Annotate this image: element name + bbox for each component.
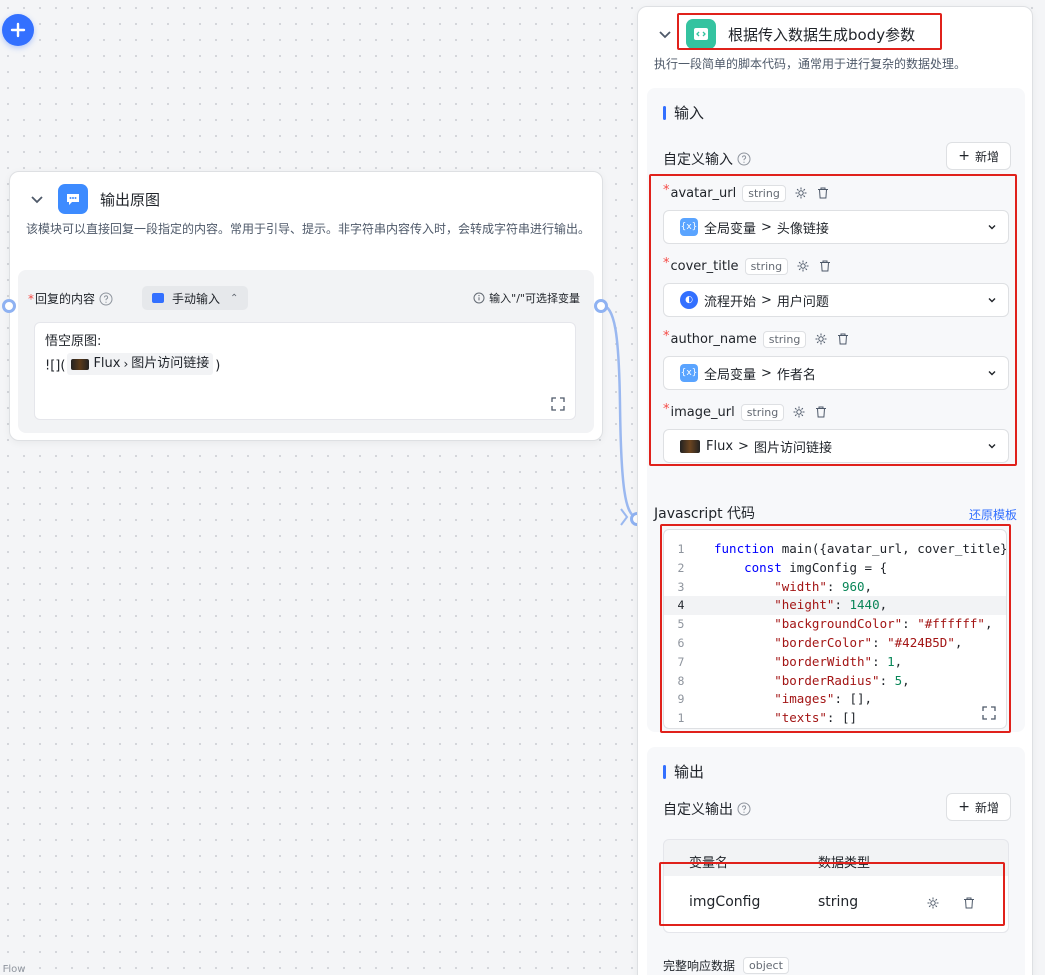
reply-content-editor[interactable]: 悟空原图: ![](Flux › 图片访问链接) <box>34 322 576 420</box>
manual-input-icon <box>152 293 164 303</box>
flux-thumbnail-icon <box>71 358 90 370</box>
output-section: 输出 自定义输出 + 新增 变量名 数据类型 imgConfig string … <box>647 747 1025 975</box>
reply-node-title: 输出原图 <box>100 190 161 209</box>
reply-node[interactable]: 输出原图 该模块可以直接回复一段指定的内容。常用于引导、提示。非字符串内容传入时… <box>9 171 603 441</box>
reply-node-description: 该模块可以直接回复一段指定的内容。常用于引导、提示。非字符串内容传入时，会转成字… <box>26 222 591 236</box>
reply-node-header: 输出原图 <box>30 184 160 214</box>
code-highlight-box <box>660 524 1011 733</box>
reply-node-icon <box>58 184 88 214</box>
reply-content-section: * 回复的内容 手动输入 ⌃ 输入"/"可选择变量 悟空原图: ![](Flux… <box>18 270 594 433</box>
plus-icon: + <box>958 148 970 164</box>
inputs-highlight-box <box>649 174 1017 466</box>
plus-icon <box>10 22 26 38</box>
chevron-down-icon[interactable] <box>658 27 672 41</box>
full-response-type-tag: object <box>743 957 789 974</box>
custom-input-label: 自定义输入 <box>663 149 751 169</box>
plus-icon: + <box>958 799 970 815</box>
restore-template-link[interactable]: 还原模板 <box>969 506 1017 523</box>
info-icon <box>473 292 485 304</box>
help-icon[interactable] <box>737 152 751 166</box>
title-highlight-box <box>677 13 942 50</box>
help-icon[interactable] <box>99 292 113 306</box>
expand-icon[interactable] <box>551 397 565 411</box>
chat-bubble-icon <box>67 194 79 205</box>
add-input-button[interactable]: + 新增 <box>946 142 1011 170</box>
chevron-down-icon[interactable] <box>30 192 44 206</box>
required-mark: * <box>28 291 34 306</box>
full-response-row: 完整响应数据 object <box>663 957 789 974</box>
add-output-button[interactable]: + 新增 <box>946 793 1011 821</box>
reply-content-label: * 回复的内容 <box>28 290 113 307</box>
footer-text: ct Flow <box>0 964 26 975</box>
output-section-title: 输出 <box>663 761 704 782</box>
chevron-right-icon: › <box>123 357 129 371</box>
variable-hint: 输入"/"可选择变量 <box>473 290 580 306</box>
input-mode-select[interactable]: 手动输入 ⌃ <box>142 286 249 310</box>
input-section-title: 输入 <box>663 102 704 123</box>
left-target-handle[interactable] <box>2 299 16 313</box>
left-source-handle[interactable] <box>594 299 608 313</box>
code-node[interactable]: 根据传入数据生成body参数 执行一段简单的脚本代码，通常用于进行复杂的数据处理… <box>637 6 1033 975</box>
output-highlight-box <box>659 862 1005 926</box>
add-node-button[interactable] <box>2 14 34 46</box>
content-line-2: ![](Flux › 图片访问链接) <box>45 353 565 378</box>
variable-chip[interactable]: Flux › 图片访问链接 <box>67 353 214 375</box>
code-label: Javascript 代码 <box>654 506 756 522</box>
custom-output-label: 自定义输出 <box>663 799 751 819</box>
up-down-chevron-icon: ⌃ <box>230 292 239 304</box>
code-node-description: 执行一段简单的脚本代码，通常用于进行复杂的数据处理。 <box>654 57 967 71</box>
content-line-1: 悟空原图: <box>45 334 102 349</box>
help-icon[interactable] <box>737 802 751 816</box>
